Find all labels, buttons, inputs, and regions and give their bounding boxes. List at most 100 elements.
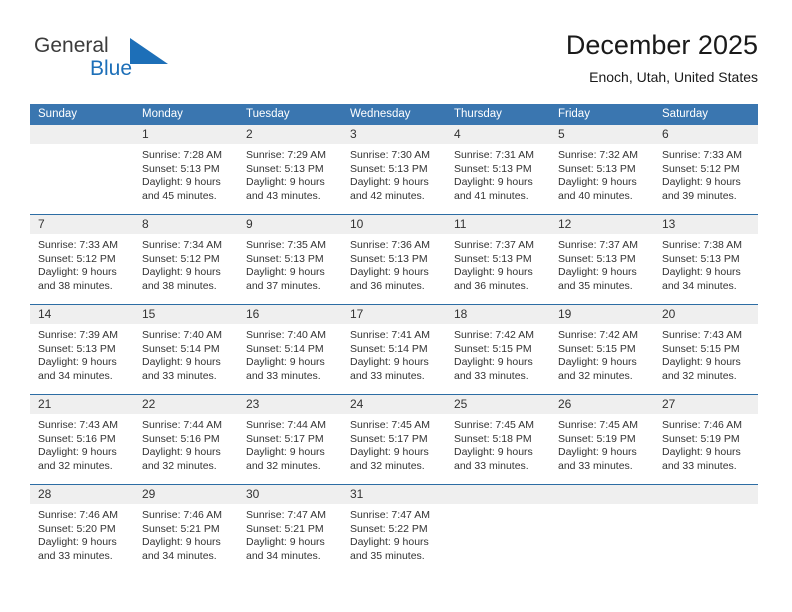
daylight-line: Daylight: 9 hours [246, 446, 325, 459]
daylight-line: and 34 minutes. [142, 549, 217, 562]
day-cell[interactable]: 3 Sunrise: 7:30 AM Sunset: 5:13 PM Daylight… [342, 125, 446, 214]
day-number: 16 [238, 305, 342, 324]
daylight-line: Daylight: 9 hours [662, 356, 741, 369]
sunrise-line: Sunrise: 7:41 AM [350, 329, 430, 341]
daylight-line: and 33 minutes. [246, 369, 321, 382]
calendar-week-row: 14 Sunrise: 7:39 AM Sunset: 5:13 PM Dayligh… [30, 304, 758, 394]
daylight-line: Daylight: 9 hours [142, 536, 221, 549]
daylight-line: Daylight: 9 hours [246, 356, 325, 369]
calendar-table: Sunday Monday Tuesday Wednesday Thursday Frid… [30, 104, 758, 570]
day-cell[interactable]: 20 Sunrise: 7:43 AM Sunset: 5:15 PM Dayligh… [654, 305, 758, 394]
sunset-line: Sunset: 5:13 PM [350, 162, 428, 175]
weekday-header-sunday: Sunday [38, 108, 78, 120]
sunset-line: Sunset: 5:13 PM [558, 162, 636, 175]
day-cell[interactable]: 25 Sunrise: 7:45 AM Sunset: 5:18 PM Dayligh… [446, 395, 550, 484]
day-cell[interactable]: 14 Sunrise: 7:39 AM Sunset: 5:13 PM Dayligh… [30, 305, 134, 394]
calendar-week-cells: 7 Sunrise: 7:33 AM Sunset: 5:12 PM Daylight… [30, 215, 758, 304]
day-cell[interactable]: 13 Sunrise: 7:38 AM Sunset: 5:13 PM Dayligh… [654, 215, 758, 304]
day-cell[interactable]: 1 Sunrise: 7:28 AM Sunset: 5:13 PM Daylight… [134, 125, 238, 214]
day-sun-info: Sunrise: 7:46 AM Sunset: 5:19 PM Daylight:… [654, 414, 758, 473]
day-cell[interactable]: 18 Sunrise: 7:42 AM Sunset: 5:15 PM Dayligh… [446, 305, 550, 394]
day-cell[interactable]: 26 Sunrise: 7:45 AM Sunset: 5:19 PM Dayligh… [550, 395, 654, 484]
sunset-line: Sunset: 5:13 PM [246, 252, 324, 265]
day-cell[interactable]: 19 Sunrise: 7:42 AM Sunset: 5:15 PM Dayligh… [550, 305, 654, 394]
sunrise-line: Sunrise: 7:43 AM [662, 329, 742, 341]
day-cell[interactable]: 23 Sunrise: 7:44 AM Sunset: 5:17 PM Dayligh… [238, 395, 342, 484]
day-sun-info: Sunrise: 7:44 AM Sunset: 5:17 PM Daylight:… [238, 414, 342, 473]
general-blue-logo[interactable]: General Blue [34, 34, 214, 92]
day-cell[interactable]: 22 Sunrise: 7:44 AM Sunset: 5:16 PM Dayligh… [134, 395, 238, 484]
day-number: 2 [238, 125, 342, 144]
day-number: 31 [342, 485, 446, 504]
daylight-line: and 32 minutes. [142, 459, 217, 472]
sunrise-line: Sunrise: 7:45 AM [350, 419, 430, 431]
daylight-line: and 33 minutes. [558, 459, 633, 472]
day-cell[interactable]: 28 Sunrise: 7:46 AM Sunset: 5:20 PM Dayligh… [30, 485, 134, 570]
day-sun-info: Sunrise: 7:39 AM Sunset: 5:13 PM Daylight:… [30, 324, 134, 383]
day-number: 12 [550, 215, 654, 234]
day-cell[interactable]: 15 Sunrise: 7:40 AM Sunset: 5:14 PM Dayligh… [134, 305, 238, 394]
sunset-line: Sunset: 5:22 PM [350, 522, 428, 535]
day-cell[interactable]: 27 Sunrise: 7:46 AM Sunset: 5:19 PM Dayligh… [654, 395, 758, 484]
sunrise-line: Sunrise: 7:29 AM [246, 149, 326, 161]
sunrise-line: Sunrise: 7:45 AM [558, 419, 638, 431]
day-sun-info: Sunrise: 7:33 AM Sunset: 5:12 PM Daylight:… [654, 144, 758, 203]
day-cell[interactable]: 31 Sunrise: 7:47 AM Sunset: 5:22 PM Dayligh… [342, 485, 446, 570]
daylight-line: and 36 minutes. [350, 279, 425, 292]
day-cell[interactable]: 24 Sunrise: 7:45 AM Sunset: 5:17 PM Dayligh… [342, 395, 446, 484]
day-number: 15 [134, 305, 238, 324]
day-number: 13 [654, 215, 758, 234]
daylight-line: Daylight: 9 hours [558, 446, 637, 459]
day-cell[interactable]: 2 Sunrise: 7:29 AM Sunset: 5:13 PM Daylight… [238, 125, 342, 214]
day-sun-info: Sunrise: 7:31 AM Sunset: 5:13 PM Daylight:… [446, 144, 550, 203]
day-cell[interactable]: 17 Sunrise: 7:41 AM Sunset: 5:14 PM Dayligh… [342, 305, 446, 394]
sunset-line: Sunset: 5:12 PM [662, 162, 740, 175]
day-number: 30 [238, 485, 342, 504]
daylight-line: and 35 minutes. [558, 279, 633, 292]
sunset-line: Sunset: 5:16 PM [142, 432, 220, 445]
day-cell[interactable]: 8 Sunrise: 7:34 AM Sunset: 5:12 PM Daylight… [134, 215, 238, 304]
sunrise-line: Sunrise: 7:35 AM [246, 239, 326, 251]
calendar-week-cells: 1 Sunrise: 7:28 AM Sunset: 5:13 PM Daylight… [30, 125, 758, 214]
calendar-week-row: 28 Sunrise: 7:46 AM Sunset: 5:20 PM Dayligh… [30, 484, 758, 570]
day-cell[interactable]: 11 Sunrise: 7:37 AM Sunset: 5:13 PM Dayligh… [446, 215, 550, 304]
day-cell[interactable]: 30 Sunrise: 7:47 AM Sunset: 5:21 PM Dayligh… [238, 485, 342, 570]
calendar-week-cells: 14 Sunrise: 7:39 AM Sunset: 5:13 PM Dayligh… [30, 305, 758, 394]
daylight-line: Daylight: 9 hours [350, 356, 429, 369]
daylight-line: and 33 minutes. [350, 369, 425, 382]
daylight-line: and 45 minutes. [142, 189, 217, 202]
day-cell[interactable]: 12 Sunrise: 7:37 AM Sunset: 5:13 PM Dayligh… [550, 215, 654, 304]
sunset-line: Sunset: 5:13 PM [454, 162, 532, 175]
day-number: 10 [342, 215, 446, 234]
sunrise-line: Sunrise: 7:42 AM [558, 329, 638, 341]
day-number: 17 [342, 305, 446, 324]
day-cell[interactable]: 6 Sunrise: 7:33 AM Sunset: 5:12 PM Daylight… [654, 125, 758, 214]
daylight-line: Daylight: 9 hours [38, 266, 117, 279]
calendar-page: General Blue December 2025 Enoch, Utah, … [0, 0, 792, 612]
sunrise-line: Sunrise: 7:28 AM [142, 149, 222, 161]
day-cell[interactable]: 9 Sunrise: 7:35 AM Sunset: 5:13 PM Daylight… [238, 215, 342, 304]
daylight-line: and 38 minutes. [142, 279, 217, 292]
day-cell[interactable]: 16 Sunrise: 7:40 AM Sunset: 5:14 PM Dayligh… [238, 305, 342, 394]
title-block: December 2025 Enoch, Utah, United States [566, 28, 758, 86]
day-number: 18 [446, 305, 550, 324]
day-number: 14 [30, 305, 134, 324]
weekday-header-wednesday: Wednesday [350, 108, 411, 120]
sunset-line: Sunset: 5:14 PM [350, 342, 428, 355]
sunrise-line: Sunrise: 7:40 AM [246, 329, 326, 341]
day-cell[interactable]: 21 Sunrise: 7:43 AM Sunset: 5:16 PM Dayligh… [30, 395, 134, 484]
day-cell[interactable]: 29 Sunrise: 7:46 AM Sunset: 5:21 PM Dayligh… [134, 485, 238, 570]
day-sun-info: Sunrise: 7:47 AM Sunset: 5:22 PM Daylight:… [342, 504, 446, 563]
sunset-line: Sunset: 5:12 PM [142, 252, 220, 265]
day-cell[interactable]: 4 Sunrise: 7:31 AM Sunset: 5:13 PM Daylight… [446, 125, 550, 214]
daylight-line: and 32 minutes. [558, 369, 633, 382]
logo-text-general: General [34, 34, 109, 57]
day-cell-empty [446, 485, 550, 570]
day-number: 20 [654, 305, 758, 324]
day-cell[interactable]: 5 Sunrise: 7:32 AM Sunset: 5:13 PM Daylight… [550, 125, 654, 214]
day-cell[interactable]: 10 Sunrise: 7:36 AM Sunset: 5:13 PM Dayligh… [342, 215, 446, 304]
sunset-line: Sunset: 5:16 PM [38, 432, 116, 445]
day-cell[interactable]: 7 Sunrise: 7:33 AM Sunset: 5:12 PM Daylight… [30, 215, 134, 304]
sunrise-line: Sunrise: 7:46 AM [662, 419, 742, 431]
day-cell-empty [654, 485, 758, 570]
